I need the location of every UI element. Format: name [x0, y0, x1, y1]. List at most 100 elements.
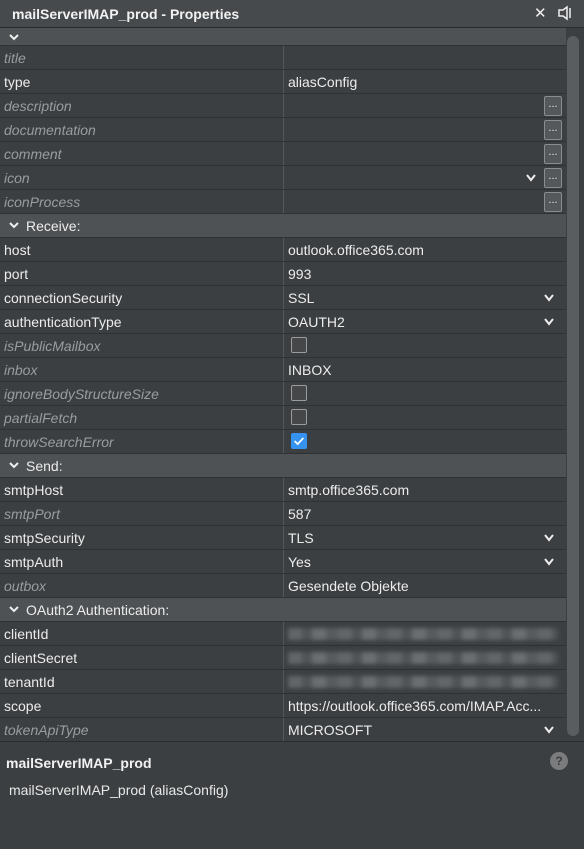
property-name: smtpAuth: [4, 554, 64, 570]
vertical-scrollbar[interactable]: [566, 28, 584, 740]
checkbox[interactable]: [291, 385, 307, 401]
collapse-all-row[interactable]: [0, 28, 566, 46]
property-row-type[interactable]: type aliasConfig: [0, 70, 566, 94]
property-value[interactable]: Gesendete Objekte: [288, 578, 558, 594]
property-row-tenantId[interactable]: tenantId: [0, 670, 566, 694]
property-row-scope[interactable]: scope https://outlook.office365.com/IMAP…: [0, 694, 566, 718]
column-divider: [283, 718, 284, 741]
column-divider: [283, 238, 284, 261]
property-row-iconProcess[interactable]: iconProcess ...: [0, 190, 566, 214]
property-row-port[interactable]: port 993: [0, 262, 566, 286]
edit-button[interactable]: ...: [544, 144, 562, 164]
property-row-clientId[interactable]: clientId: [0, 622, 566, 646]
property-row-isPublicMailbox[interactable]: isPublicMailbox: [0, 334, 566, 358]
property-name: outbox: [4, 578, 47, 594]
edit-button[interactable]: ...: [544, 120, 562, 140]
property-value[interactable]: https://outlook.office365.com/IMAP.Acc..…: [288, 698, 558, 714]
property-row-smtpSecurity[interactable]: smtpSecurity TLS: [0, 526, 566, 550]
property-value[interactable]: TLS: [288, 530, 558, 546]
property-name: scope: [4, 698, 42, 714]
property-value[interactable]: smtp.office365.com: [288, 482, 558, 498]
column-divider: [283, 646, 284, 669]
property-value[interactable]: OAUTH2: [288, 314, 558, 330]
category-label: Send:: [26, 458, 63, 474]
chevron-down-icon[interactable]: [8, 219, 20, 231]
column-divider: [283, 694, 284, 717]
category-send[interactable]: Send:: [0, 454, 566, 478]
category-receive[interactable]: Receive:: [0, 214, 566, 238]
property-row-inbox[interactable]: inbox INBOX: [0, 358, 566, 382]
property-value[interactable]: INBOX: [288, 362, 558, 378]
property-row-partialFetch[interactable]: partialFetch: [0, 406, 566, 430]
chevron-down-icon[interactable]: [543, 317, 555, 327]
redacted-value[interactable]: [288, 628, 558, 640]
category-oauth2[interactable]: OAuth2 Authentication:: [0, 598, 566, 622]
property-row-smtpHost[interactable]: smtpHost smtp.office365.com: [0, 478, 566, 502]
column-divider: [283, 262, 284, 285]
column-divider: [283, 478, 284, 501]
property-row-throwSearchError[interactable]: throwSearchError: [0, 430, 566, 454]
chevron-down-icon[interactable]: [8, 603, 20, 615]
checkbox[interactable]: [291, 337, 307, 353]
panel-titlebar: mailServerIMAP_prod - Properties ✕: [0, 0, 584, 28]
property-value[interactable]: SSL: [288, 290, 558, 306]
chevron-down-icon[interactable]: [543, 725, 555, 735]
property-value[interactable]: MICROSOFT: [288, 722, 558, 738]
redacted-value[interactable]: [288, 652, 558, 664]
property-row-ignoreBodyStructureSize[interactable]: ignoreBodyStructureSize: [0, 382, 566, 406]
category-label: OAuth2 Authentication:: [26, 602, 170, 618]
property-row-description[interactable]: description ...: [0, 94, 566, 118]
redacted-value[interactable]: [288, 676, 558, 688]
edit-button[interactable]: ...: [544, 96, 562, 116]
chevron-down-icon[interactable]: [8, 459, 20, 471]
scrollbar-thumb[interactable]: [567, 36, 579, 736]
selected-item-name: mailServerIMAP_prod: [6, 755, 152, 771]
property-value[interactable]: Yes: [288, 554, 558, 570]
category-label: Receive:: [26, 218, 81, 234]
property-value[interactable]: 587: [288, 506, 558, 522]
checkbox[interactable]: [291, 409, 307, 425]
property-row-title[interactable]: title: [0, 46, 566, 70]
chevron-down-icon[interactable]: [543, 293, 555, 303]
property-name: connectionSecurity: [4, 290, 123, 306]
property-row-smtpAuth[interactable]: smtpAuth Yes: [0, 550, 566, 574]
property-row-host[interactable]: host outlook.office365.com: [0, 238, 566, 262]
property-name: title: [4, 50, 26, 66]
edit-button[interactable]: ...: [544, 192, 562, 212]
column-divider: [283, 70, 284, 93]
panel-title: mailServerIMAP_prod - Properties: [12, 6, 240, 22]
column-divider: [283, 142, 284, 165]
chevron-down-icon[interactable]: [543, 557, 555, 567]
property-value[interactable]: aliasConfig: [288, 74, 558, 90]
description-panel: mailServerIMAP_prod mailServerIMAP_prod …: [0, 741, 584, 849]
pin-icon[interactable]: [556, 5, 572, 21]
help-icon[interactable]: ?: [550, 752, 568, 770]
column-divider: [283, 118, 284, 141]
property-row-outbox[interactable]: outbox Gesendete Objekte: [0, 574, 566, 598]
property-row-comment[interactable]: comment ...: [0, 142, 566, 166]
property-row-authenticationType[interactable]: authenticationType OAUTH2: [0, 310, 566, 334]
edit-button[interactable]: ...: [544, 168, 562, 188]
column-divider: [283, 526, 284, 549]
column-divider: [283, 166, 284, 189]
property-name: host: [4, 242, 31, 258]
property-row-smtpPort[interactable]: smtpPort 587: [0, 502, 566, 526]
column-divider: [283, 286, 284, 309]
chevron-down-icon[interactable]: [525, 173, 537, 183]
property-value[interactable]: outlook.office365.com: [288, 242, 558, 258]
property-row-icon[interactable]: icon ...: [0, 166, 566, 190]
column-divider: [283, 358, 284, 381]
column-divider: [283, 310, 284, 333]
property-row-tokenApiType[interactable]: tokenApiType MICROSOFT: [0, 718, 566, 742]
property-value[interactable]: 993: [288, 266, 558, 282]
property-name: smtpSecurity: [4, 530, 85, 546]
property-row-connectionSecurity[interactable]: connectionSecurity SSL: [0, 286, 566, 310]
chevron-down-icon[interactable]: [543, 533, 555, 543]
checkbox-checked[interactable]: [291, 433, 307, 449]
property-row-clientSecret[interactable]: clientSecret: [0, 646, 566, 670]
property-row-documentation[interactable]: documentation ...: [0, 118, 566, 142]
chevron-down-icon[interactable]: [8, 31, 20, 43]
close-icon[interactable]: ✕: [534, 4, 547, 22]
column-divider: [283, 550, 284, 573]
property-name: ignoreBodyStructureSize: [4, 386, 159, 402]
